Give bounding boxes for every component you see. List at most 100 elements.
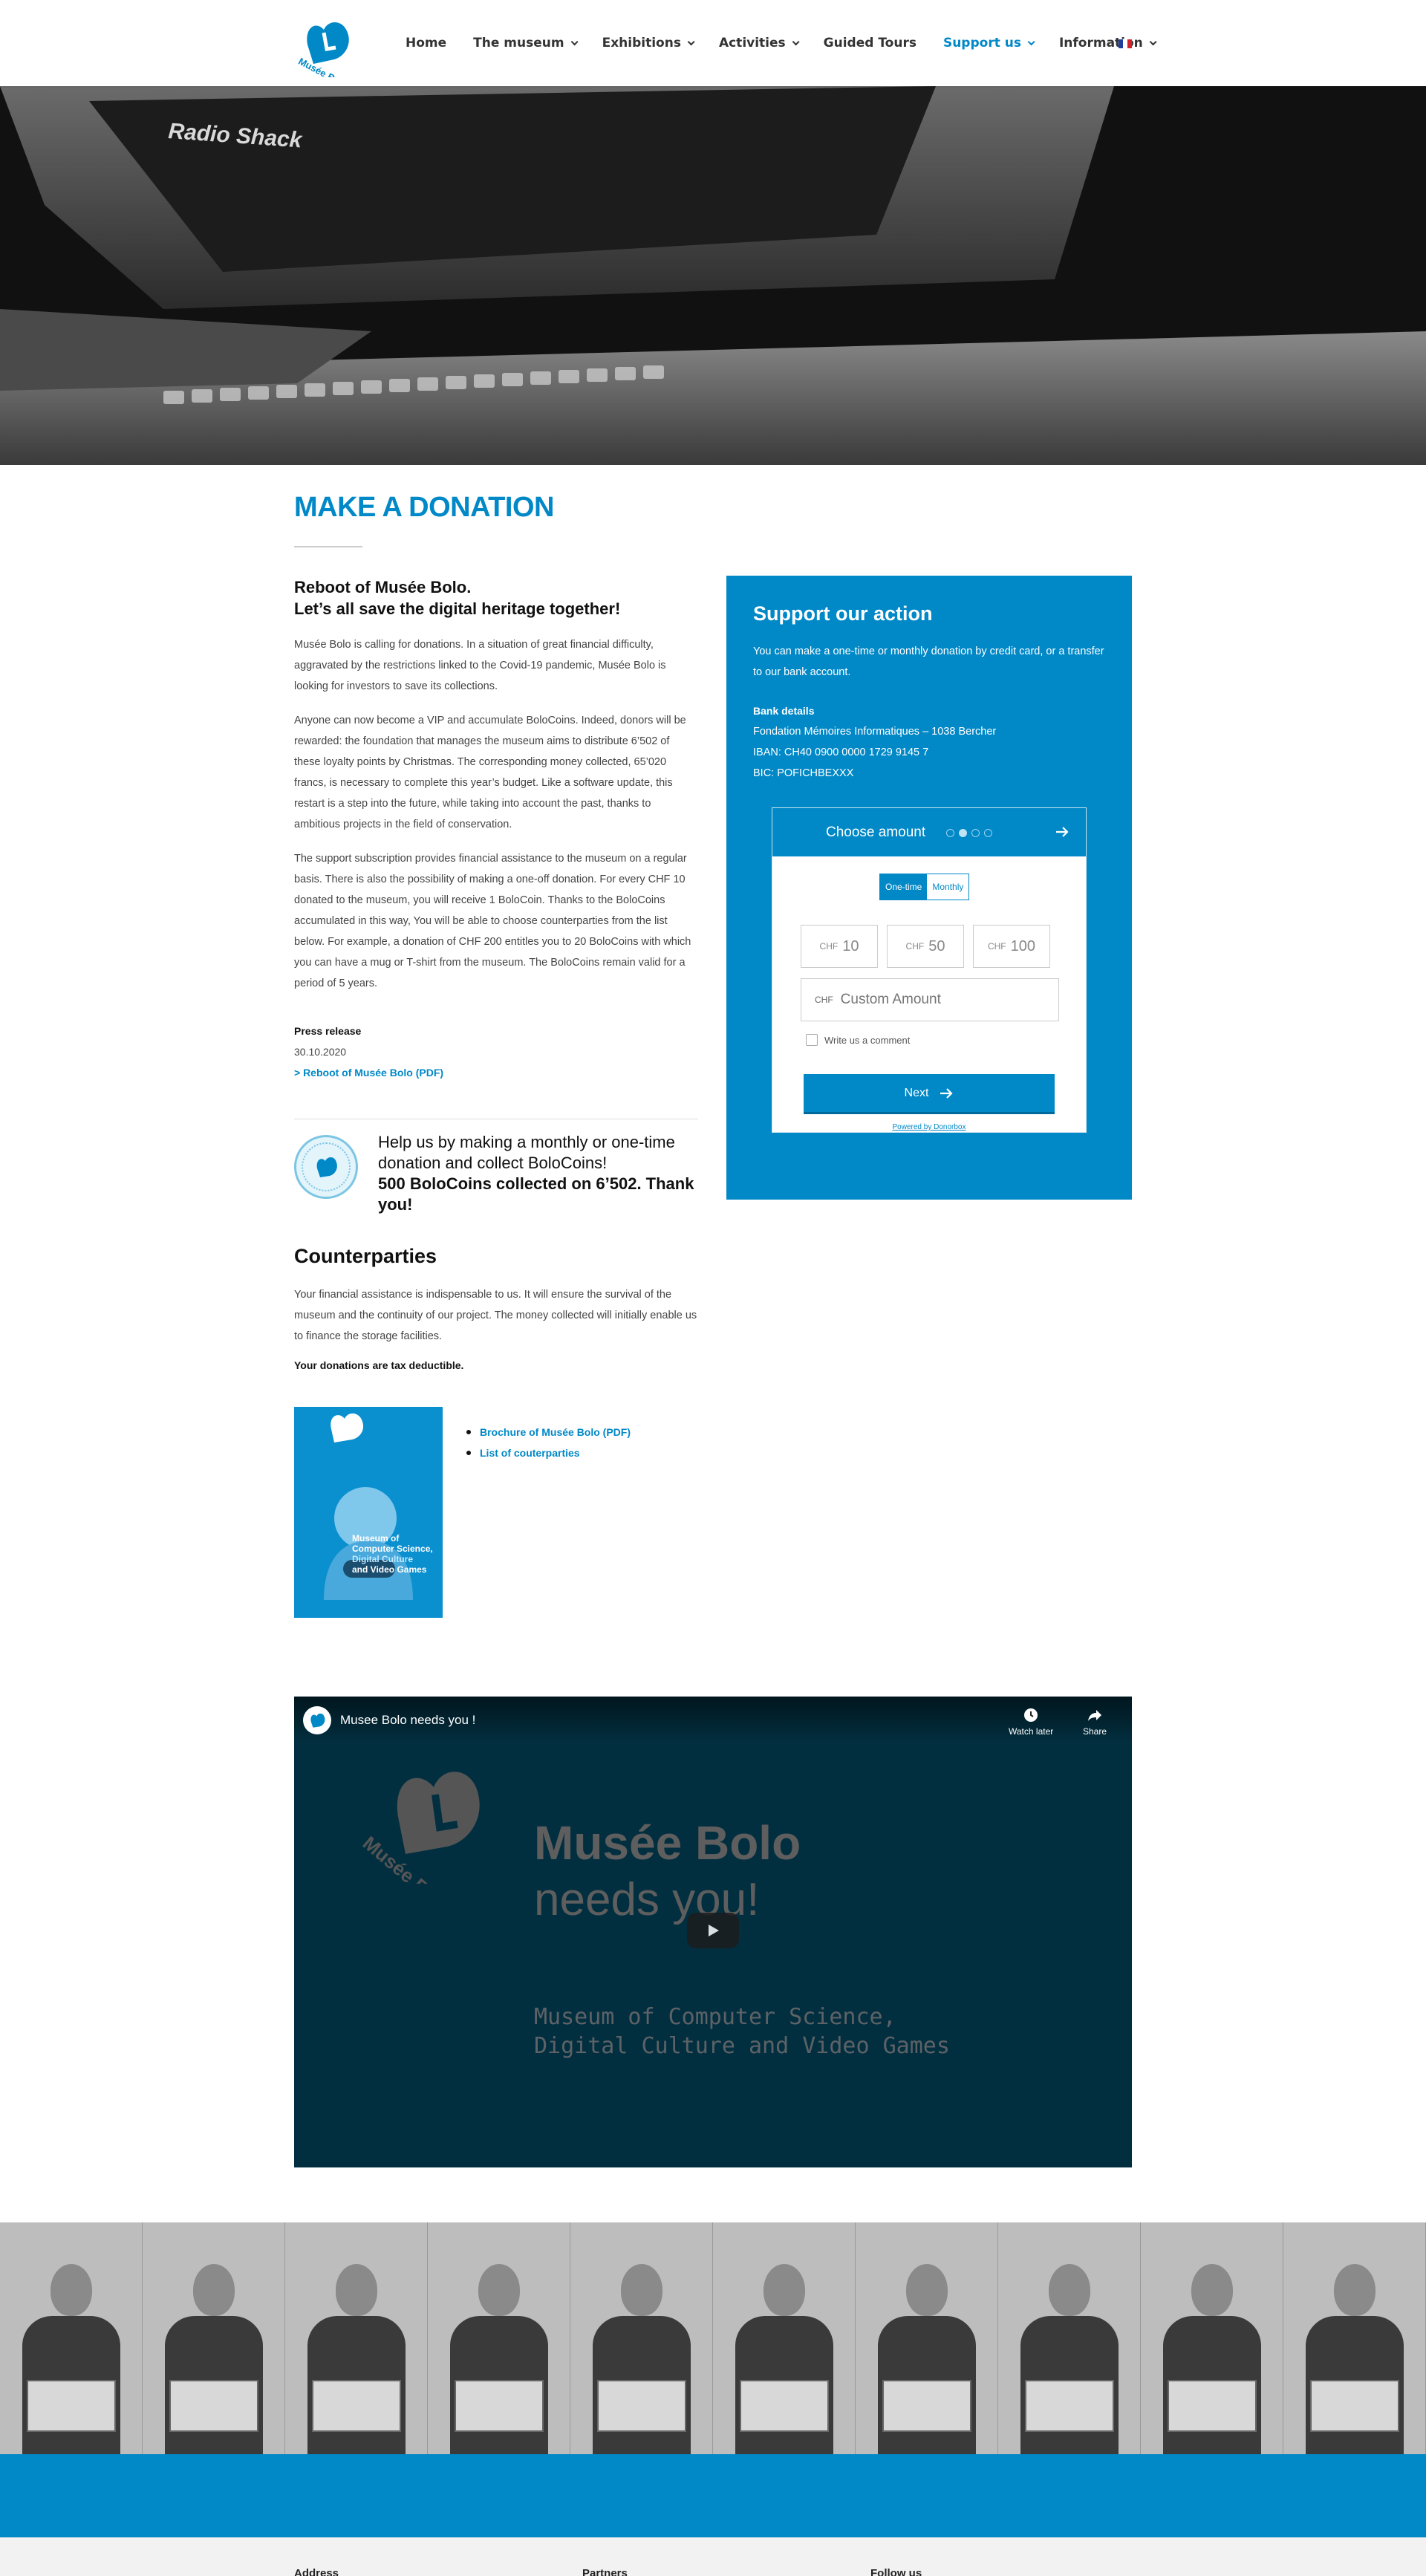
checkbox[interactable] xyxy=(806,1034,818,1046)
footer-address-heading: Address xyxy=(294,2567,339,2576)
powered-by-link[interactable]: Powered by Donorbox xyxy=(772,1123,1086,1131)
bolocoins-text: Help us by making a monthly or one-time … xyxy=(378,1132,698,1215)
nav-label: Support us xyxy=(942,36,1021,51)
chevron-down-icon xyxy=(687,37,695,45)
intro-section: Reboot of Musée Bolo. Let’s all save the… xyxy=(294,576,698,1119)
widget-header: Choose amount xyxy=(772,808,1086,857)
press-release-label: Press release xyxy=(294,1025,362,1037)
title-divider xyxy=(294,546,362,547)
team-member-photo xyxy=(998,2222,1141,2454)
youtube-video[interactable]: Musee Bolo needs you ! Watch later Share… xyxy=(294,1697,1132,2167)
computer-device xyxy=(169,2380,258,2432)
person-head xyxy=(1333,2264,1375,2316)
main-nav: Home The museum Exhibitions Activities G… xyxy=(406,0,1181,86)
intro-heading-line2: Let’s all save the digital heritage toge… xyxy=(294,599,621,618)
page-title: MAKE A DONATION xyxy=(294,492,554,523)
team-member-photo xyxy=(1141,2222,1283,2454)
nav-label: Home xyxy=(406,36,447,51)
bolocoins-callout: Help us by making a monthly or one-time … xyxy=(294,1132,698,1218)
team-photo-strip xyxy=(0,2222,1426,2454)
computer-device xyxy=(596,2380,686,2432)
intro-heading: Reboot of Musée Bolo. Let’s all save the… xyxy=(294,576,698,619)
next-label: Next xyxy=(904,1086,929,1099)
tax-note: Your donations are tax deductible. xyxy=(294,1359,464,1371)
amount-50-button[interactable]: CHF 50 xyxy=(887,925,964,968)
flag-fr-icon[interactable] xyxy=(1119,39,1132,48)
currency-label: CHF xyxy=(987,941,1006,952)
video-title[interactable]: Musee Bolo needs you ! xyxy=(340,1713,475,1728)
counterparties-text: Your financial assistance is indispensab… xyxy=(294,1289,697,1342)
nav-guided-tours[interactable]: Guided Tours xyxy=(824,36,917,51)
step-indicator xyxy=(946,829,997,837)
custom-amount-field[interactable]: CHF xyxy=(801,978,1059,1021)
arrow-right-icon xyxy=(940,1087,954,1099)
video-subtitle: Museum of Computer Science, Digital Cult… xyxy=(534,2003,950,2061)
team-member-photo xyxy=(428,2222,570,2454)
custom-amount-input[interactable] xyxy=(840,992,1034,1008)
monthly-option[interactable]: Monthly xyxy=(927,874,969,900)
amount-value: 50 xyxy=(928,937,945,954)
amount-value: 10 xyxy=(842,937,859,954)
counterparties-list-link[interactable]: List of couterparties xyxy=(466,1443,631,1463)
currency-label: CHF xyxy=(815,995,833,1005)
comment-checkbox[interactable]: Write us a comment xyxy=(806,1034,910,1046)
support-title: Support our action xyxy=(753,602,933,625)
brochure-link[interactable]: Brochure of Musée Bolo (PDF) xyxy=(466,1422,631,1443)
nav-activities[interactable]: Activities xyxy=(718,36,800,51)
share-button[interactable]: Share xyxy=(1083,1707,1107,1737)
bolocoins-message: Help us by making a monthly or one-time … xyxy=(378,1133,675,1172)
bank-details-heading: Bank details xyxy=(753,705,815,717)
bank-iban: IBAN: CH40 0900 0000 1729 9145 7 xyxy=(753,747,929,758)
computer-photo: Radio Shack xyxy=(0,86,1426,465)
nav-label: Activities xyxy=(718,36,786,51)
hero-image: Radio Shack xyxy=(0,86,1426,465)
footer-partners-heading: Partners xyxy=(582,2567,628,2576)
musee-bolo-logo[interactable]: Musée Bolo xyxy=(291,10,358,77)
nav-support-us[interactable]: Support us xyxy=(942,36,1035,51)
nav-home[interactable]: Home xyxy=(406,36,446,51)
arrow-right-icon[interactable] xyxy=(1055,824,1070,839)
support-panel: Support our action You can make a one-ti… xyxy=(726,576,1132,1200)
team-member-photo xyxy=(713,2222,856,2454)
person-head xyxy=(763,2264,805,2316)
nav-the-museum[interactable]: The museum xyxy=(473,36,579,51)
currency-label: CHF xyxy=(819,941,839,952)
intro-paragraph: Anyone can now become a VIP and accumula… xyxy=(294,715,686,830)
nav-information[interactable]: Information xyxy=(1059,36,1157,51)
chevron-down-icon xyxy=(792,37,800,45)
computer-device xyxy=(882,2380,971,2432)
brochure-cover[interactable]: Museum of Computer Science, Digital Cult… xyxy=(294,1407,443,1618)
brochure-title: Museum of Computer Science, Digital Cult… xyxy=(352,1533,433,1575)
one-time-option[interactable]: One-time xyxy=(880,874,928,900)
press-release-date: 30.10.2020 xyxy=(294,1046,347,1058)
amount-100-button[interactable]: CHF 100 xyxy=(973,925,1050,968)
computer-device xyxy=(1167,2380,1257,2432)
support-description: You can make a one-time or monthly donat… xyxy=(753,645,1104,678)
nav-exhibitions[interactable]: Exhibitions xyxy=(602,36,695,51)
video-subtitle-line2: Digital Culture and Video Games xyxy=(534,2033,950,2059)
person-head xyxy=(335,2264,377,2316)
next-button[interactable]: Next xyxy=(804,1074,1055,1114)
video-subtitle-line1: Museum of Computer Science, xyxy=(534,2004,896,2030)
clock-icon xyxy=(1024,1708,1038,1722)
step-dot xyxy=(946,829,954,837)
team-member-photo xyxy=(856,2222,998,2454)
currency-label: CHF xyxy=(905,941,925,952)
choose-amount-label: Choose amount xyxy=(826,824,926,840)
channel-avatar[interactable] xyxy=(303,1706,331,1734)
bolo-watermark-logo: Musée Bolo xyxy=(359,1772,480,1884)
amount-options: CHF 10 CHF 50 CHF 100 xyxy=(801,925,1059,968)
play-button[interactable] xyxy=(687,1913,739,1948)
watch-later-button[interactable]: Watch later xyxy=(1009,1707,1053,1737)
team-member-photo xyxy=(285,2222,428,2454)
team-member-photo xyxy=(0,2222,143,2454)
press-release-link[interactable]: > Reboot of Musée Bolo (PDF) xyxy=(294,1062,698,1083)
watch-later-label: Watch later xyxy=(1009,1726,1054,1737)
bank-foundation: Fondation Mémoires Informatiques – 1038 … xyxy=(753,726,997,738)
computer-device xyxy=(26,2380,116,2432)
share-icon xyxy=(1088,1710,1102,1721)
brochure-illustration xyxy=(324,1413,413,1600)
chevron-down-icon xyxy=(570,37,579,45)
amount-10-button[interactable]: CHF 10 xyxy=(801,925,878,968)
share-label: Share xyxy=(1083,1726,1107,1737)
